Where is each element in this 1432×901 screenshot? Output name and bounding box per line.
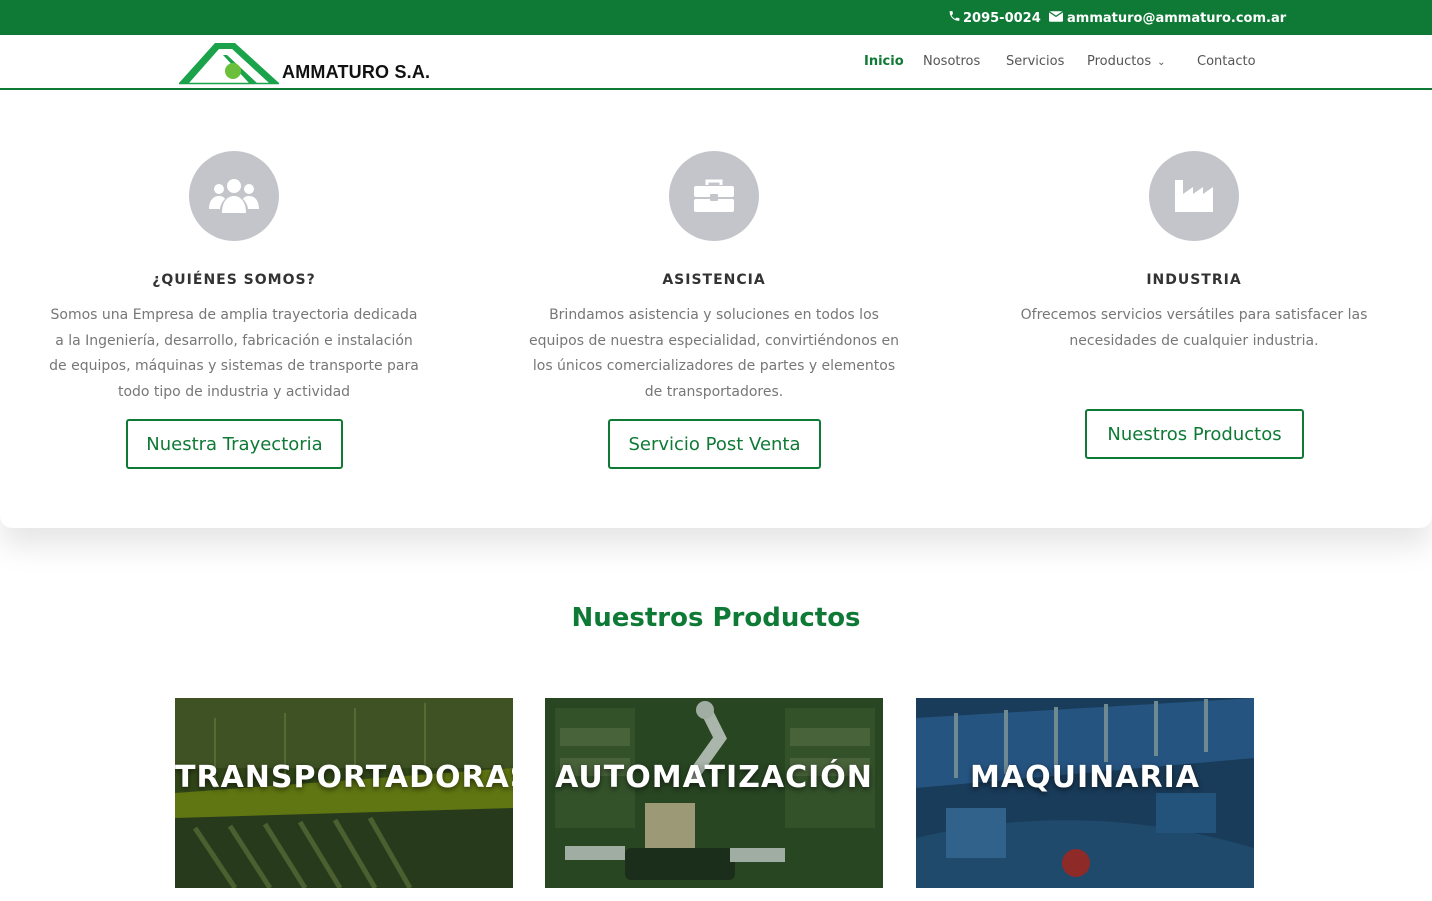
feature-description: Ofrecemos servicios versátiles para sati… <box>1020 307 1368 349</box>
nav-item-label: Productos <box>1087 54 1152 69</box>
nuestra-trayectoria-button[interactable]: Nuestra Trayectoria <box>126 419 343 469</box>
nuestros-productos-button[interactable]: Nuestros Productos <box>1085 409 1304 459</box>
feature-title: ASISTENCIA <box>662 272 766 288</box>
nav-item-nosotros[interactable]: Nosotros <box>923 54 980 69</box>
feature-quienes-somos: ¿QUIÉNES SOMOS? Somos una Empresa de amp… <box>34 90 434 528</box>
product-card-transportadoras[interactable]: TRANSPORTADORAS <box>175 698 513 888</box>
chevron-down-icon: ⌄ <box>1157 57 1166 68</box>
email-address: ammaturo@ammaturo.com.ar <box>1067 10 1287 26</box>
factory-icon <box>1149 151 1239 241</box>
site-header: AMMATURO S.A. Inicio Nosotros Servicios … <box>0 35 1432 90</box>
product-card-maquinaria[interactable]: MAQUINARIA <box>916 698 1254 888</box>
nav-item-productos[interactable]: Productos ⌄ <box>1087 54 1165 69</box>
envelope-icon <box>1049 10 1063 26</box>
feature-asistencia: ASISTENCIA Brindamos asistencia y soluci… <box>514 90 914 528</box>
feature-title: INDUSTRIA <box>1146 272 1242 288</box>
users-icon <box>189 151 279 241</box>
phone-contact[interactable]: 2095-0024 <box>948 10 1041 26</box>
nav-item-inicio[interactable]: Inicio <box>864 54 904 69</box>
email-contact[interactable]: ammaturo@ammaturo.com.ar <box>1049 10 1286 26</box>
card-label: MAQUINARIA <box>970 760 1200 795</box>
phone-number: 2095-0024 <box>963 10 1041 26</box>
main-nav: Inicio Nosotros Servicios Productos ⌄ Con… <box>0 54 1432 74</box>
briefcase-icon <box>669 151 759 241</box>
products-heading: Nuestros Productos <box>571 603 861 633</box>
top-bar: 2095-0024 ammaturo@ammaturo.com.ar <box>0 0 1432 35</box>
product-card-automatizacion[interactable]: AUTOMATIZACIÓN <box>545 698 883 888</box>
feature-industria: INDUSTRIA Ofrecemos servicios versátiles… <box>994 90 1394 528</box>
card-label: TRANSPORTADORAS <box>175 760 513 795</box>
servicio-post-venta-button[interactable]: Servicio Post Venta <box>608 419 821 469</box>
phone-icon <box>948 9 961 27</box>
features-section: ¿QUIÉNES SOMOS? Somos una Empresa de amp… <box>0 90 1432 528</box>
feature-description: Brindamos asistencia y soluciones en tod… <box>529 307 899 400</box>
feature-title: ¿QUIÉNES SOMOS? <box>152 272 316 288</box>
feature-description: Somos una Empresa de amplia trayectoria … <box>49 307 419 400</box>
card-label: AUTOMATIZACIÓN <box>555 760 873 795</box>
nav-item-contacto[interactable]: Contacto <box>1197 54 1256 69</box>
nav-item-servicios[interactable]: Servicios <box>1006 54 1064 69</box>
